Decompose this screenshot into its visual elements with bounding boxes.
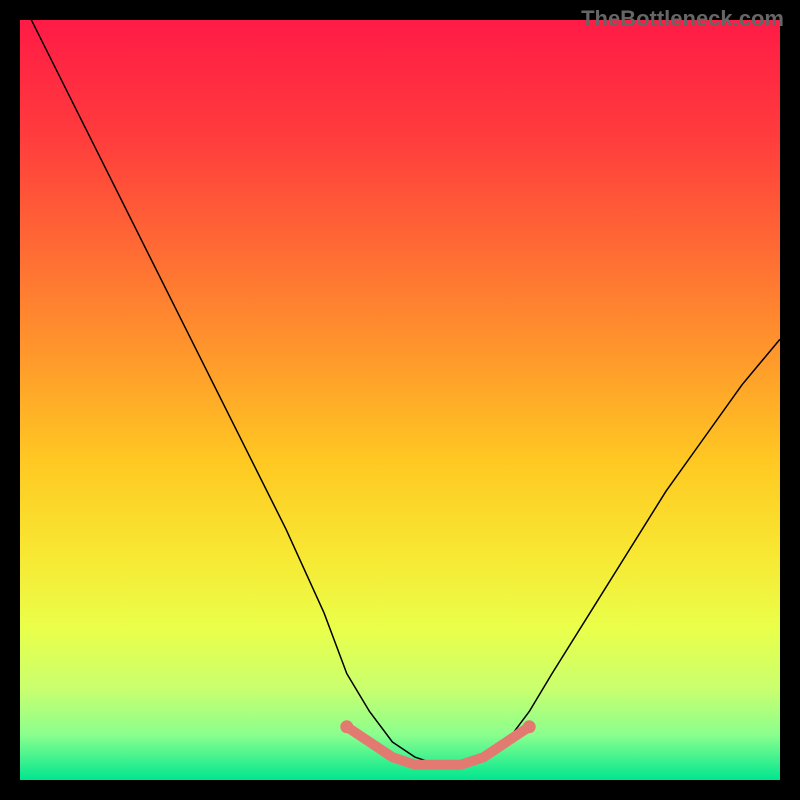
gradient-background: [20, 20, 780, 780]
watermark-text: TheBottleneck.com: [581, 6, 784, 32]
chart-container: TheBottleneck.com: [0, 0, 800, 800]
optimal-band-end: [523, 720, 536, 733]
bottleneck-chart: [20, 20, 780, 780]
plot-frame: [20, 20, 780, 780]
optimal-band-end: [340, 720, 353, 733]
